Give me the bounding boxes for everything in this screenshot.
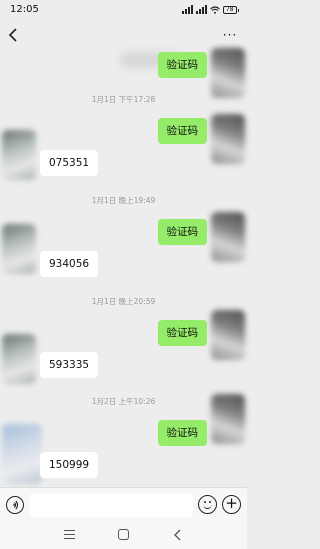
timestamp: 1月1日 晚上19:49: [91, 196, 156, 205]
chat-header: ···: [0, 22, 247, 68]
battery-icon: 78: [222, 6, 239, 14]
home-icon[interactable]: [118, 529, 129, 540]
message-bubble-sent[interactable]: 验证码: [157, 118, 207, 144]
avatar[interactable]: [2, 424, 42, 484]
message-bubble-received[interactable]: 593335: [40, 352, 99, 378]
message-bubble-received[interactable]: 075351: [40, 150, 99, 176]
message-input[interactable]: [30, 493, 193, 517]
input-bar: +: [0, 487, 247, 521]
chevron-left-icon[interactable]: [6, 26, 22, 44]
signal-icon: [181, 5, 193, 14]
voice-icon[interactable]: [6, 496, 24, 514]
avatar[interactable]: [211, 212, 245, 262]
avatar[interactable]: [211, 114, 245, 164]
menu-icon[interactable]: [64, 530, 75, 539]
plus-icon[interactable]: +: [222, 495, 241, 514]
avatar[interactable]: [211, 310, 245, 360]
message-bubble-sent[interactable]: 验证码: [157, 420, 207, 446]
message-list[interactable]: 验证码 1月1日 下午17:28 验证码 075351 1月1日 晚上19:49…: [0, 48, 247, 484]
wifi-icon: [209, 6, 220, 14]
message-bubble-sent[interactable]: 验证码: [157, 52, 207, 78]
status-icons: 78: [181, 5, 239, 14]
more-dots-icon[interactable]: ···: [221, 26, 239, 44]
timestamp: 1月1日 下午17:28: [91, 95, 156, 104]
message-bubble-received[interactable]: 150999: [40, 452, 99, 478]
avatar[interactable]: [211, 394, 245, 444]
status-bar: 12:05 78: [0, 0, 247, 20]
message-bubble-sent[interactable]: 验证码: [157, 320, 207, 346]
timestamp: 1月2日 上午10:26: [91, 397, 156, 406]
signal-icon: [195, 5, 207, 14]
avatar[interactable]: [211, 48, 245, 98]
timestamp: 1月1日 晚上20:59: [91, 297, 156, 306]
status-time: 12:05: [10, 4, 39, 15]
back-triangle-icon[interactable]: [172, 528, 184, 542]
message-bubble-received[interactable]: 934056: [40, 251, 99, 277]
avatar[interactable]: [2, 130, 36, 180]
avatar[interactable]: [2, 334, 36, 384]
message-bubble-sent[interactable]: 验证码: [157, 219, 207, 245]
battery-level: 78: [222, 6, 237, 14]
system-nav-bar: [0, 521, 247, 549]
avatar[interactable]: [2, 224, 36, 274]
emoji-icon[interactable]: [198, 495, 217, 514]
